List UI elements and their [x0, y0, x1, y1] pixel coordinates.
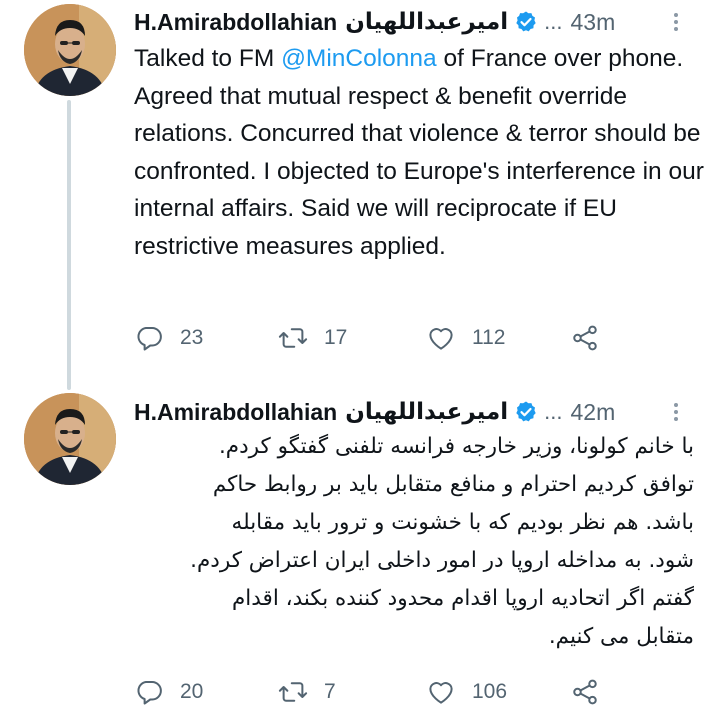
- more-icon[interactable]: [674, 400, 678, 424]
- timestamp[interactable]: 43m: [571, 9, 616, 36]
- timestamp[interactable]: 42m: [571, 399, 616, 426]
- verified-icon: [516, 401, 536, 422]
- tweet-text-fa: با خانم کولونا، وزیر خارجه فرانسه تلفنی …: [134, 428, 694, 656]
- tweet[interactable]: H.Amirabdollahian امیرعبداللهیان ... 43m…: [0, 0, 720, 390]
- author-name-fa[interactable]: امیرعبداللهیان: [345, 399, 508, 425]
- tweet-text-line: با خانم کولونا، وزیر خارجه فرانسه تلفنی …: [218, 434, 694, 459]
- retweet-count: 17: [324, 326, 348, 349]
- tweet-text-line: شود. به مداخله اروپا در امور داخلی ایران…: [190, 548, 694, 573]
- reply-button[interactable]: 20: [134, 672, 203, 712]
- avatar[interactable]: [24, 393, 116, 485]
- like-icon: [429, 682, 453, 704]
- like-icon: [429, 328, 453, 350]
- tweet-text-line: توافق کردیم احترام و منافع متقابل باید ب…: [212, 472, 694, 497]
- retweet-count: 7: [324, 680, 336, 703]
- thread-line: [67, 100, 71, 390]
- more-icon[interactable]: [674, 10, 678, 34]
- tweet-header: H.Amirabdollahian امیرعبداللهیان ... 42m: [134, 392, 704, 432]
- share-button[interactable]: [570, 318, 600, 358]
- reply-count: 20: [180, 680, 204, 703]
- author-name[interactable]: H.Amirabdollahian: [134, 9, 337, 36]
- like-count: 112: [472, 326, 506, 349]
- author-name-fa[interactable]: امیرعبداللهیان: [345, 9, 508, 35]
- share-button[interactable]: [570, 672, 600, 712]
- retweet-icon: [278, 682, 308, 702]
- like-button[interactable]: 112: [426, 318, 505, 358]
- reply-icon: [137, 681, 162, 705]
- tweet-text-part: Talked to FM: [134, 45, 282, 72]
- separator: ...: [544, 9, 563, 34]
- reply-button[interactable]: 23: [134, 318, 203, 358]
- verified-icon: [516, 11, 536, 32]
- tweet-text-line: گفتم اگر اتحادیه اروپا اقدام محدود کننده…: [231, 586, 694, 611]
- reply-icon: [137, 327, 162, 351]
- tweet-text: Talked to FM @MinColonna of France over …: [134, 40, 704, 265]
- retweet-button[interactable]: 7: [278, 672, 336, 712]
- like-count: 106: [472, 680, 508, 703]
- avatar[interactable]: [24, 4, 116, 96]
- tweet-text-line: باشد. هم نظر بودیم که با خشونت و ترور با…: [231, 510, 694, 535]
- retweet-button[interactable]: 17: [278, 318, 347, 358]
- author-name[interactable]: H.Amirabdollahian: [134, 399, 337, 426]
- tweet-header: H.Amirabdollahian امیرعبداللهیان ... 43m: [134, 2, 704, 42]
- share-icon: [573, 679, 597, 705]
- separator: ...: [544, 399, 563, 424]
- share-icon: [573, 325, 597, 351]
- reply-count: 23: [180, 326, 204, 349]
- tweet-text-part: of France over phone. Agreed that mutual…: [134, 45, 704, 260]
- tweet-actions: 23 17 112: [134, 318, 614, 358]
- like-button[interactable]: 106: [426, 672, 507, 712]
- tweet-actions: 20 7 106: [134, 672, 614, 712]
- mention-link[interactable]: @MinColonna: [281, 45, 437, 72]
- tweet[interactable]: H.Amirabdollahian امیرعبداللهیان ... 42m…: [0, 380, 720, 726]
- retweet-icon: [278, 328, 308, 348]
- tweet-text-line: متقابل می کنیم.: [548, 624, 694, 649]
